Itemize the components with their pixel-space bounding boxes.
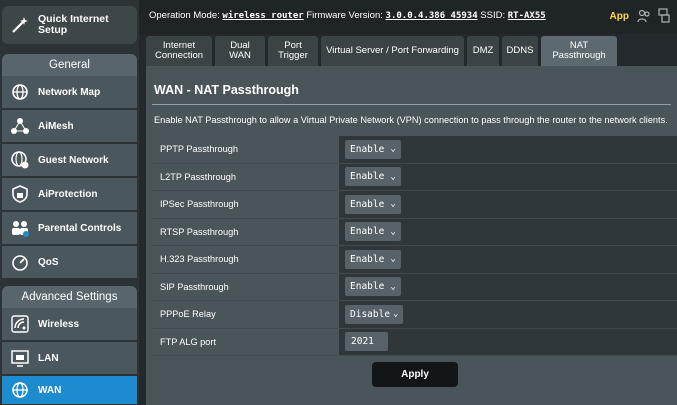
lan-port-icon <box>10 348 30 368</box>
row-label: PPPoE Relay <box>152 301 339 328</box>
magic-wand-icon <box>10 15 30 35</box>
opmode-label: Operation Mode: <box>149 10 220 21</box>
app-link[interactable]: App <box>610 11 629 22</box>
table-row: FTP ALG port 2021 <box>152 328 677 356</box>
select-value: Enable <box>350 253 385 265</box>
sidebar-item-aimesh[interactable]: AiMesh <box>2 110 137 143</box>
tab-ddns[interactable]: DDNS <box>502 36 538 66</box>
firmware-label: Firmware Version: <box>306 10 383 21</box>
sidebar-item-aiprotection[interactable]: AiProtection <box>2 178 137 211</box>
sidebar-item-wan[interactable]: WAN <box>2 376 137 405</box>
chevron-down-icon: ⌄ <box>390 254 396 265</box>
page-title: WAN - NAT Passthrough <box>154 83 299 97</box>
row-label: IPSec Passthrough <box>152 191 339 218</box>
ssid-link[interactable]: RT-AX55 <box>508 11 546 21</box>
ipsec-select[interactable]: Enable ⌄ <box>345 194 401 214</box>
status-line: Operation Mode: wireless router Firmware… <box>149 10 546 21</box>
speedometer-icon <box>10 252 30 272</box>
row-label: L2TP Passthrough <box>152 163 339 190</box>
sidebar: Quick Internet Setup General Network Map… <box>0 0 139 405</box>
usb-icon[interactable] <box>657 8 671 28</box>
table-row: PPPoE Relay Disable ⌄ <box>152 301 677 329</box>
page-description: Enable NAT Passthrough to allow a Virtua… <box>154 115 668 125</box>
family-icon <box>10 218 30 238</box>
select-value: Enable <box>350 171 385 183</box>
quick-setup-label: Quick Internet Setup <box>38 13 109 36</box>
sidebar-item-qos[interactable]: QoS <box>2 246 137 279</box>
sidebar-item-wireless[interactable]: Wireless <box>2 308 137 341</box>
table-row: IPSec Passthrough Enable ⌄ <box>152 191 677 219</box>
globe-icon <box>10 82 30 102</box>
pptp-select[interactable]: Enable ⌄ <box>345 139 401 159</box>
chevron-down-icon: ⌄ <box>390 144 396 155</box>
table-row: H.323 Passthrough Enable ⌄ <box>152 246 677 274</box>
tab-nat-passthrough[interactable]: NAT Passthrough <box>541 36 617 66</box>
chevron-down-icon: ⌄ <box>390 226 396 237</box>
sidebar-item-label: LAN <box>38 352 59 364</box>
select-value: Enable <box>350 198 385 210</box>
settings-table: PPTP Passthrough Enable ⌄ L2TP Passthroug… <box>152 136 677 356</box>
sidebar-item-label: AiMesh <box>38 120 74 132</box>
h323-select[interactable]: Enable ⌄ <box>345 249 401 269</box>
firmware-link[interactable]: 3.0.0.4.386_45934 <box>386 11 478 21</box>
sidebar-item-lan[interactable]: LAN <box>2 342 137 375</box>
row-label: SIP Passthrough <box>152 273 339 300</box>
ftp-alg-port-input[interactable]: 2021 <box>345 332 388 352</box>
guest-globe-icon <box>10 150 30 170</box>
wifi-icon <box>10 314 30 334</box>
tab-internet-connection[interactable]: Internet Connection <box>146 36 212 66</box>
advanced-group-title: Advanced Settings <box>2 286 137 308</box>
sidebar-item-guest-network[interactable]: Guest Network <box>2 144 137 177</box>
table-row: RTSP Passthrough Enable ⌄ <box>152 218 677 246</box>
tab-dmz[interactable]: DMZ <box>467 36 499 66</box>
row-label: H.323 Passthrough <box>152 246 339 273</box>
row-label: PPTP Passthrough <box>152 136 339 163</box>
sidebar-item-parental-controls[interactable]: Parental Controls <box>2 212 137 245</box>
select-value: Enable <box>350 281 385 293</box>
row-label: RTSP Passthrough <box>152 218 339 245</box>
table-row: PPTP Passthrough Enable ⌄ <box>152 136 677 164</box>
sidebar-item-network-map[interactable]: Network Map <box>2 76 137 109</box>
table-row: L2TP Passthrough Enable ⌄ <box>152 163 677 191</box>
chevron-down-icon: ⌄ <box>390 199 396 210</box>
tab-dual-wan[interactable]: Dual WAN <box>215 36 265 66</box>
apply-button[interactable]: Apply <box>372 362 458 387</box>
lock-shield-icon <box>10 184 30 204</box>
row-label: FTP ALG port <box>152 328 339 355</box>
pppoe-relay-select[interactable]: Disable ⌄ <box>345 304 404 324</box>
tab-virtual-server[interactable]: Virtual Server / Port Forwarding <box>321 36 464 66</box>
select-value: Enable <box>350 143 385 155</box>
sidebar-item-label: QoS <box>38 256 59 268</box>
user-icon[interactable] <box>637 9 651 28</box>
main-panel: WAN - NAT Passthrough Enable NAT Passthr… <box>146 66 677 405</box>
opmode-link[interactable]: wireless router <box>222 11 303 21</box>
mesh-nodes-icon <box>10 116 30 136</box>
quick-internet-setup-button[interactable]: Quick Internet Setup <box>2 6 137 44</box>
chevron-down-icon: ⌄ <box>393 309 399 320</box>
chevron-down-icon: ⌄ <box>390 171 396 182</box>
top-status-bar: Operation Mode: wireless router Firmware… <box>139 0 677 34</box>
sip-select[interactable]: Enable ⌄ <box>345 277 401 297</box>
sidebar-item-label: Parental Controls <box>38 222 122 234</box>
router-admin-page: Quick Internet Setup General Network Map… <box>0 0 677 405</box>
tab-port-trigger[interactable]: Port Trigger <box>268 36 318 66</box>
wan-tabs: Internet Connection Dual WAN Port Trigge… <box>146 36 617 66</box>
table-row: SIP Passthrough Enable ⌄ <box>152 273 677 301</box>
chevron-down-icon: ⌄ <box>390 281 396 292</box>
sidebar-item-label: WAN <box>38 384 62 396</box>
sidebar-item-label: Wireless <box>38 318 80 330</box>
ssid-label: SSID: <box>480 10 506 21</box>
wan-globe-icon <box>10 380 30 400</box>
select-value: Disable <box>350 308 391 320</box>
sidebar-item-label: Network Map <box>38 86 101 98</box>
select-value: Enable <box>350 226 385 238</box>
sidebar-item-label: Guest Network <box>38 154 109 166</box>
title-divider <box>152 104 671 105</box>
rtsp-select[interactable]: Enable ⌄ <box>345 222 401 242</box>
l2tp-select[interactable]: Enable ⌄ <box>345 167 401 187</box>
sidebar-item-label: AiProtection <box>38 188 98 200</box>
general-group-title: General <box>2 54 137 76</box>
